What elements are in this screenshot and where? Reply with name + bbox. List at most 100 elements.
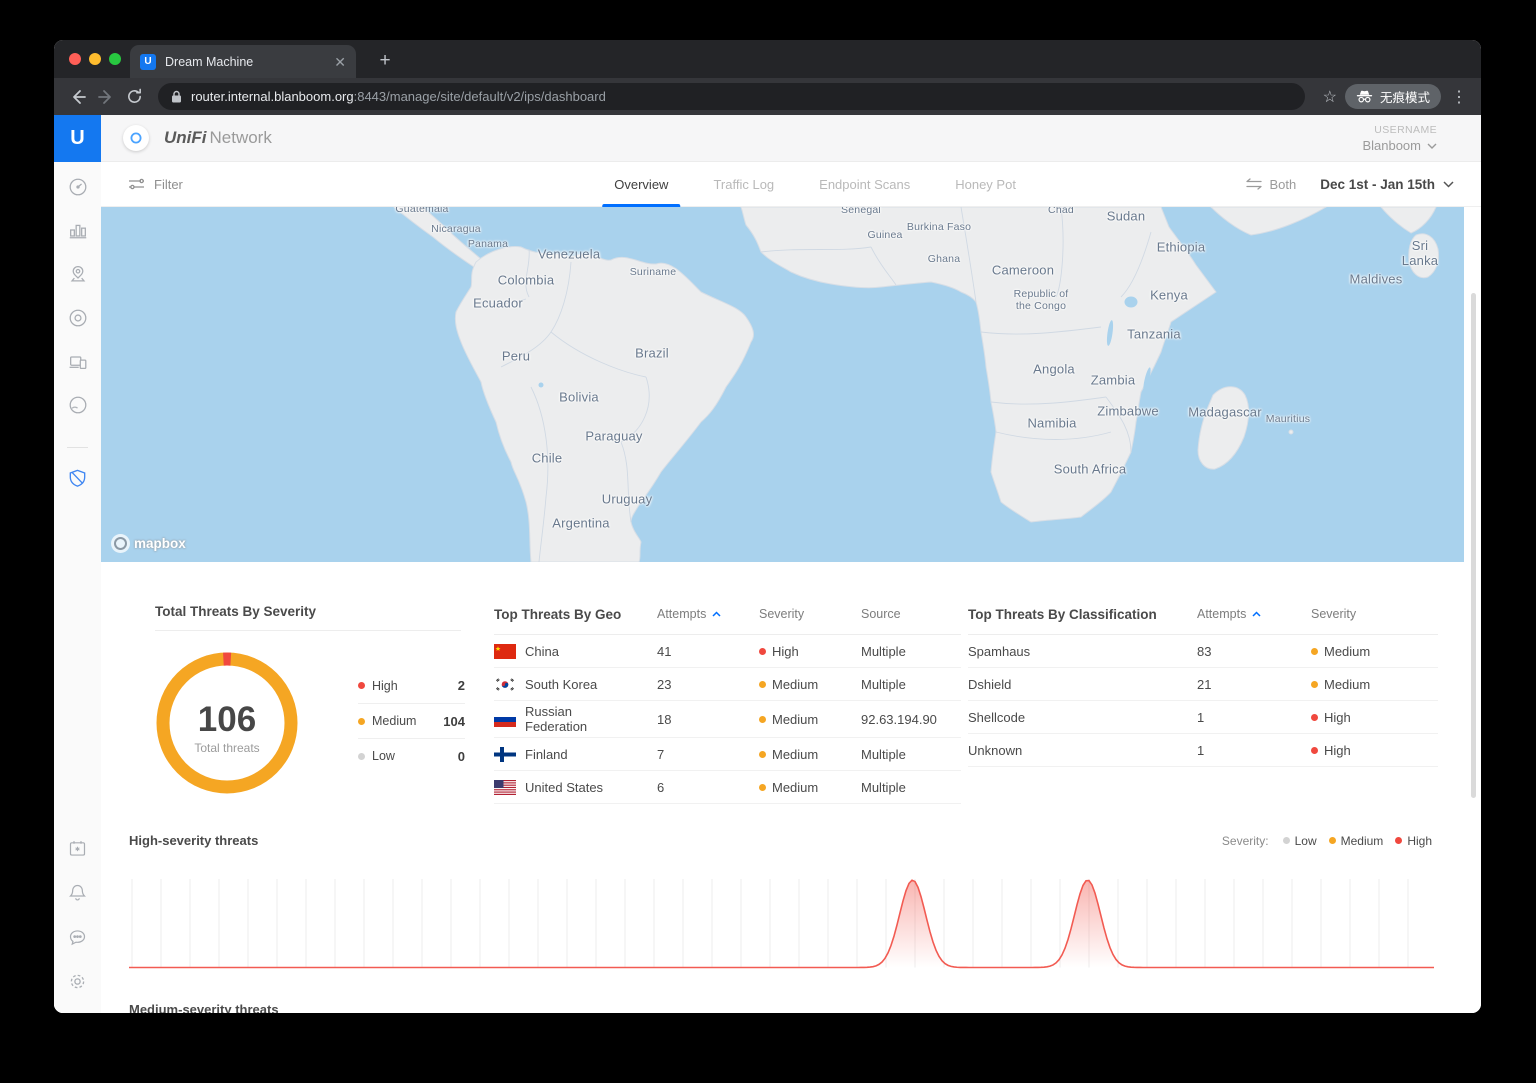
- medium-severity-title: Medium-severity threats: [129, 1002, 279, 1013]
- sidebar-item-devices[interactable]: [54, 301, 101, 335]
- brand-network: Network: [210, 128, 272, 147]
- class-row-dshield: Dshield 21 Medium: [968, 668, 1438, 701]
- map-country-label: Guatemala: [395, 207, 448, 215]
- severity-dot-icon: [759, 648, 766, 655]
- map-pin-icon: [67, 263, 89, 285]
- sidebar-item-clients[interactable]: [54, 345, 101, 379]
- severity-chart-legend: Severity: Low Medium High: [1222, 834, 1432, 848]
- direction-selector[interactable]: Both: [1246, 177, 1296, 192]
- user-menu[interactable]: USERNAME Blanboom: [1362, 123, 1437, 153]
- sidebar-item-events[interactable]: [54, 831, 101, 865]
- date-range-selector[interactable]: Dec 1st - Jan 15th: [1320, 177, 1454, 192]
- browser-tab[interactable]: U Dream Machine ✕: [130, 45, 356, 78]
- geo-attempts-header[interactable]: Attempts: [657, 607, 759, 621]
- zoom-window-button[interactable]: [109, 53, 121, 65]
- address-bar[interactable]: router.internal.blanboom.org:8443/manage…: [158, 83, 1305, 110]
- low-dot-icon: [1283, 837, 1290, 844]
- map-country-label: Chile: [532, 452, 563, 467]
- severity-dot-icon: [759, 681, 766, 688]
- sphere-icon: [67, 394, 89, 416]
- legend-row-medium: Medium 104: [358, 703, 465, 738]
- high-severity-chart: [129, 877, 1435, 972]
- direction-label: Both: [1269, 177, 1296, 192]
- sidebar-item-chat[interactable]: [54, 920, 101, 954]
- date-range-label: Dec 1st - Jan 15th: [1320, 177, 1435, 192]
- mapbox-logo[interactable]: mapbox: [111, 534, 186, 553]
- tab-honey-pot[interactable]: Honey Pot: [955, 162, 1016, 207]
- geo-source-header[interactable]: Source: [861, 607, 961, 621]
- summary-panels: Total Threats By Severity 106 Total thre…: [101, 562, 1464, 819]
- chat-icon: [67, 927, 88, 948]
- app-main: UniFiNetwork USERNAME Blanboom Filter: [101, 115, 1481, 1013]
- map-country-label: Senegal: [841, 207, 881, 216]
- map-landmass: [101, 207, 1464, 562]
- map-country-label: Mauritius: [1266, 413, 1310, 425]
- map-country-label: Nicaragua: [431, 223, 481, 235]
- map-country-label: Zambia: [1091, 374, 1136, 389]
- geo-row-south-korea: South Korea 23 Medium Multiple: [494, 668, 961, 701]
- browser-window: U Dream Machine ✕ + router.internal.blan…: [54, 40, 1481, 1013]
- sidebar-item-threat-management[interactable]: [54, 461, 101, 495]
- forward-icon[interactable]: [92, 83, 120, 111]
- map-country-label: Ecuador: [473, 297, 523, 312]
- brand-unifi: UniFi: [164, 128, 207, 147]
- sidebar-item-alerts[interactable]: [54, 875, 101, 909]
- severity-dot-icon: [759, 784, 766, 791]
- high-dot-icon: [1395, 837, 1402, 844]
- incognito-icon: [1356, 89, 1373, 104]
- view-tabs: Overview Traffic Log Endpoint Scans Hone…: [614, 162, 1016, 207]
- severity-dot-icon: [1311, 747, 1318, 754]
- map-country-label: Namibia: [1027, 417, 1076, 432]
- geo-row-finland: Finland 7 Medium Multiple: [494, 738, 961, 771]
- class-severity-header[interactable]: Severity: [1311, 607, 1438, 621]
- record-circle-icon: [67, 307, 89, 329]
- threat-map[interactable]: GuatemalaNicaraguaPanamaVenezuelaColombi…: [101, 207, 1464, 562]
- low-severity-dot-icon: [358, 753, 365, 760]
- reload-icon[interactable]: [120, 83, 148, 111]
- tab-close-icon[interactable]: ✕: [334, 55, 346, 69]
- geo-row-china: China 41 High Multiple: [494, 635, 961, 668]
- sidebar-item-insights[interactable]: [54, 388, 101, 422]
- new-tab-button[interactable]: +: [372, 48, 398, 74]
- geo-severity-header[interactable]: Severity: [759, 607, 861, 621]
- back-icon[interactable]: [64, 83, 92, 111]
- bookmark-star-icon[interactable]: ☆: [1323, 87, 1337, 107]
- map-country-label: Tanzania: [1127, 328, 1181, 343]
- minimize-window-button[interactable]: [89, 53, 101, 65]
- geo-table: Top Threats By Geo Attempts Severity Sou…: [494, 604, 961, 804]
- incognito-label: 无痕模式: [1380, 87, 1430, 106]
- geo-row-united-states: United States 6 Medium Multiple: [494, 771, 961, 804]
- shield-icon: [66, 467, 89, 490]
- tab-traffic-log[interactable]: Traffic Log: [713, 162, 774, 207]
- sidebar-item-statistics[interactable]: [54, 213, 101, 247]
- username-value: Blanboom: [1362, 138, 1421, 153]
- sidebar-item-settings[interactable]: [54, 964, 101, 998]
- lock-icon: [171, 90, 182, 103]
- close-window-button[interactable]: [69, 53, 81, 65]
- severity-panel-title: Total Threats By Severity: [155, 604, 461, 619]
- map-country-label: Uruguay: [602, 493, 653, 508]
- tab-title: Dream Machine: [165, 55, 334, 69]
- chevron-down-icon: [1443, 181, 1454, 188]
- filter-label: Filter: [154, 177, 183, 192]
- map-country-label: Zimbabwe: [1097, 405, 1159, 420]
- sidebar-item-unifi-logo[interactable]: U: [54, 115, 101, 162]
- china-flag-icon: [494, 644, 516, 659]
- scrollbar-thumb[interactable]: [1471, 293, 1476, 798]
- class-row-unknown: Unknown 1 High: [968, 734, 1438, 767]
- severity-dot-icon: [759, 751, 766, 758]
- sidebar-item-map[interactable]: [54, 257, 101, 291]
- filter-button[interactable]: Filter: [128, 177, 183, 192]
- finland-flag-icon: [494, 747, 516, 762]
- map-country-label: Cameroon: [992, 264, 1054, 279]
- class-attempts-header[interactable]: Attempts: [1197, 607, 1311, 621]
- severity-dot-icon: [759, 716, 766, 723]
- severity-dot-icon: [1311, 648, 1318, 655]
- browser-menu-icon[interactable]: ⋮: [1451, 87, 1467, 107]
- classification-table-title: Top Threats By Classification: [968, 607, 1197, 622]
- tab-endpoint-scans[interactable]: Endpoint Scans: [819, 162, 910, 207]
- sidebar-item-dashboard[interactable]: [54, 170, 101, 204]
- map-country-label: Kenya: [1150, 289, 1188, 304]
- gauge-icon: [67, 176, 89, 198]
- tab-overview[interactable]: Overview: [614, 162, 668, 207]
